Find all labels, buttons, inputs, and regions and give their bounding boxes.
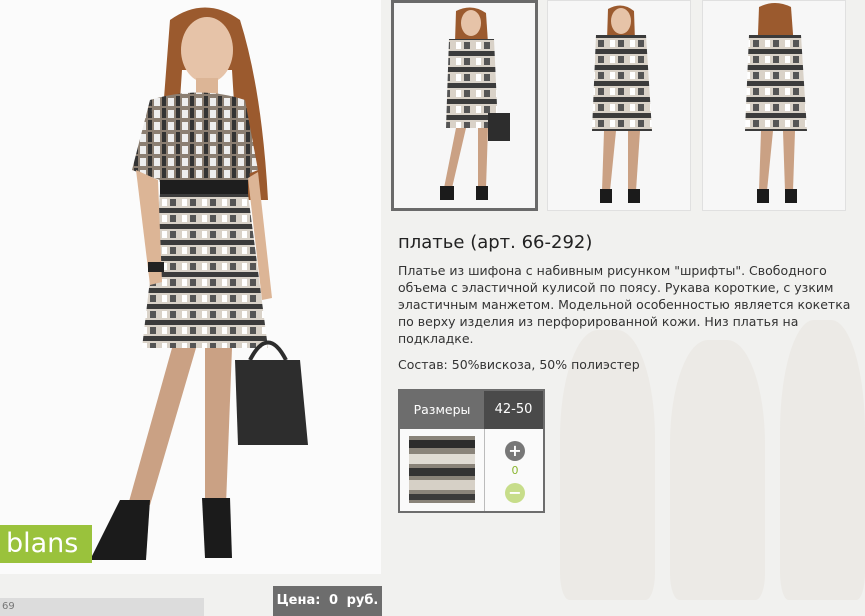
price-label: Цена: — [276, 593, 321, 608]
product-composition: Состав: 50%вискоза, 50% полиэстер — [398, 357, 640, 372]
bottom-scrollbar[interactable] — [0, 598, 204, 616]
product-title: платье (арт. 66-292) — [398, 232, 593, 253]
table-divider — [484, 429, 485, 511]
thumbnail-image — [592, 5, 652, 203]
price-badge: Цена: 0 руб. — [273, 586, 382, 616]
minus-icon: − — [508, 483, 522, 502]
plus-icon: + — [508, 441, 522, 460]
thumbnail-image — [440, 7, 510, 200]
thumbnail-image — [745, 3, 807, 203]
model-illustration — [90, 7, 308, 560]
background-figure — [670, 340, 765, 600]
footer-number: 69 — [2, 601, 15, 612]
brand-logo: blans — [0, 525, 92, 563]
thumbnail-front-pose[interactable] — [391, 0, 538, 211]
sizes-header: Размеры — [400, 391, 484, 429]
size-range: 42-50 — [484, 391, 543, 429]
quantity-value: 0 — [511, 464, 519, 477]
increase-quantity-button[interactable]: + — [505, 441, 525, 461]
size-table: Размеры 42-50 + 0 − — [398, 389, 545, 513]
fabric-swatch — [409, 436, 475, 503]
thumbnail-front-view[interactable] — [547, 0, 691, 211]
thumbnail-back-view[interactable] — [702, 0, 846, 211]
price-value: 0 — [329, 593, 339, 608]
decrease-quantity-button[interactable]: − — [505, 483, 525, 503]
background-figure — [780, 320, 865, 600]
price-currency: руб. — [346, 593, 379, 608]
product-description: Платье из шифона с набивным рисунком "шр… — [398, 263, 851, 346]
main-product-photo[interactable]: blans — [0, 0, 381, 574]
